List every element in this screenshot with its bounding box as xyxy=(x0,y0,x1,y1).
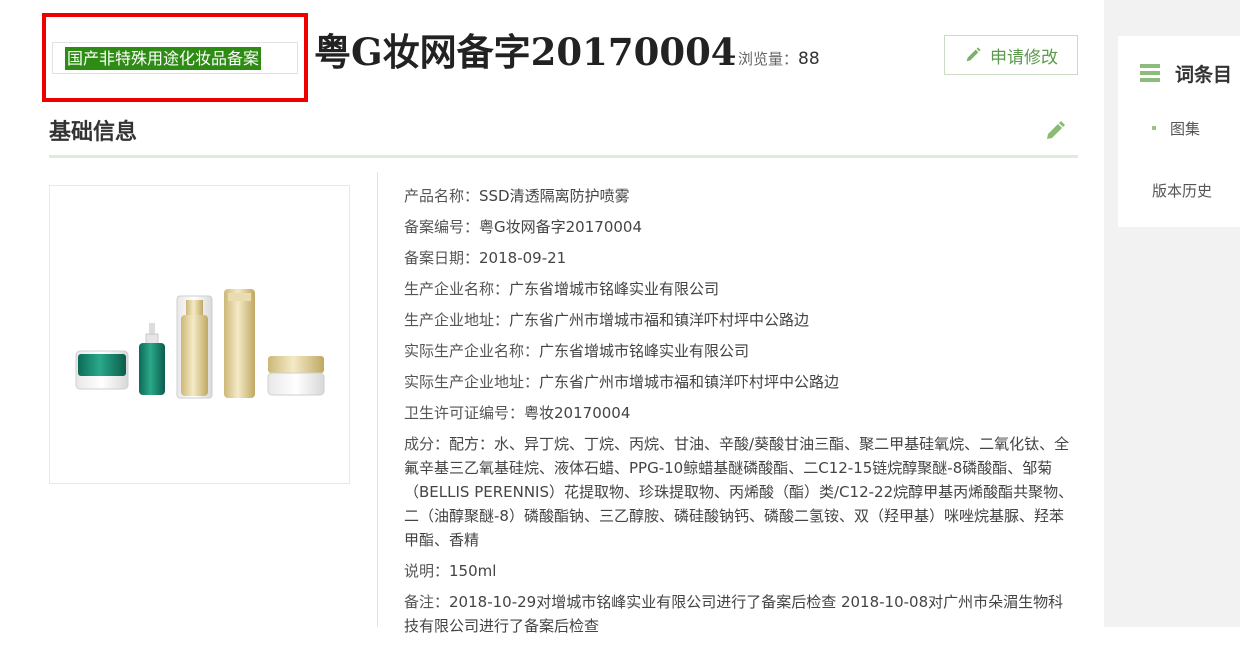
list-icon xyxy=(1140,64,1160,82)
bullet-icon xyxy=(1152,126,1156,130)
section-title: 基础信息 xyxy=(49,119,138,145)
product-image[interactable] xyxy=(49,185,350,484)
info-label: 说明： xyxy=(404,562,450,580)
view-count-label: 浏览量： xyxy=(738,50,799,68)
info-row-ingredients: 成分：配方：水、异丁烷、丁烷、丙烷、甘油、辛酸/葵酸甘油三酯、聚二甲基硅氧烷、二… xyxy=(404,432,1076,552)
basic-info-list: 产品名称：SSD清透隔离防护喷雾 备案编号：粤G妆网备字20170004 备案日… xyxy=(404,184,1076,645)
page-title: 粤G妆网备字20170004 xyxy=(314,30,737,74)
red-highlight-box xyxy=(42,13,308,102)
pencil-icon[interactable] xyxy=(1044,120,1066,142)
column-divider xyxy=(377,172,378,627)
left-gutter xyxy=(0,0,20,627)
info-label: 生产企业名称： xyxy=(404,280,510,298)
info-value: 2018-09-21 xyxy=(479,249,567,267)
info-row-remarks: 备注：2018-10-29对增城市铭峰实业有限公司进行了备案后检查 2018-1… xyxy=(404,590,1076,638)
info-label: 产品名称： xyxy=(404,187,480,205)
request-edit-button[interactable]: 申请修改 xyxy=(944,35,1078,75)
table-of-contents: 词条目 图集 版本历史 xyxy=(1118,36,1240,227)
info-label: 实际生产企业名称： xyxy=(404,342,540,360)
toc-item-gallery[interactable]: 图集 xyxy=(1170,118,1200,139)
cosmetics-bottles-illustration xyxy=(75,289,325,399)
info-row-license: 卫生许可证编号：粤妆20170004 xyxy=(404,401,1076,425)
pencil-icon xyxy=(966,47,981,62)
info-label: 成分： xyxy=(404,435,450,453)
info-row-actual-address: 实际生产企业地址：广东省广州市增城市福和镇洋吓村坪中公路边 xyxy=(404,370,1076,394)
info-label: 备案编号： xyxy=(404,218,480,236)
info-row-manufacturer-address: 生产企业地址：广东省广州市增城市福和镇洋吓村坪中公路边 xyxy=(404,308,1076,332)
info-value: 广东省增城市铭峰实业有限公司 xyxy=(539,342,750,360)
info-label: 备案日期： xyxy=(404,249,480,267)
toc-title: 词条目 xyxy=(1175,64,1233,86)
info-value: 2018-10-29对增城市铭峰实业有限公司进行了备案后检查 2018-10-0… xyxy=(404,593,1064,635)
info-value: 粤G妆网备字20170004 xyxy=(479,218,642,236)
info-row-record-number: 备案编号：粤G妆网备字20170004 xyxy=(404,215,1076,239)
info-row-description: 说明：150ml xyxy=(404,559,1076,583)
info-value: 广东省广州市增城市福和镇洋吓村坪中公路边 xyxy=(539,373,840,391)
view-count: 浏览量：88 xyxy=(738,48,820,69)
info-row-record-date: 备案日期：2018-09-21 xyxy=(404,246,1076,270)
section-divider xyxy=(49,155,1078,158)
info-row-product-name: 产品名称：SSD清透隔离防护喷雾 xyxy=(404,184,1076,208)
info-row-manufacturer: 生产企业名称：广东省增城市铭峰实业有限公司 xyxy=(404,277,1076,301)
version-history-link[interactable]: 版本历史 xyxy=(1152,180,1212,201)
info-label: 生产企业地址： xyxy=(404,311,510,329)
info-label: 备注： xyxy=(404,593,450,611)
info-row-actual-manufacturer: 实际生产企业名称：广东省增城市铭峰实业有限公司 xyxy=(404,339,1076,363)
view-count-value: 88 xyxy=(798,49,820,69)
request-edit-label: 申请修改 xyxy=(990,47,1058,68)
info-value: 150ml xyxy=(449,562,497,580)
info-label: 实际生产企业地址： xyxy=(404,373,540,391)
info-label: 卫生许可证编号： xyxy=(404,404,525,422)
info-value: 配方：水、异丁烷、丁烷、丙烷、甘油、辛酸/葵酸甘油三酯、聚二甲基硅氧烷、二氧化钛… xyxy=(404,435,1074,549)
info-value: 粤妆20170004 xyxy=(524,404,631,422)
info-value: 广东省增城市铭峰实业有限公司 xyxy=(509,280,720,298)
info-value: SSD清透隔离防护喷雾 xyxy=(479,187,630,205)
info-value: 广东省广州市增城市福和镇洋吓村坪中公路边 xyxy=(509,311,810,329)
